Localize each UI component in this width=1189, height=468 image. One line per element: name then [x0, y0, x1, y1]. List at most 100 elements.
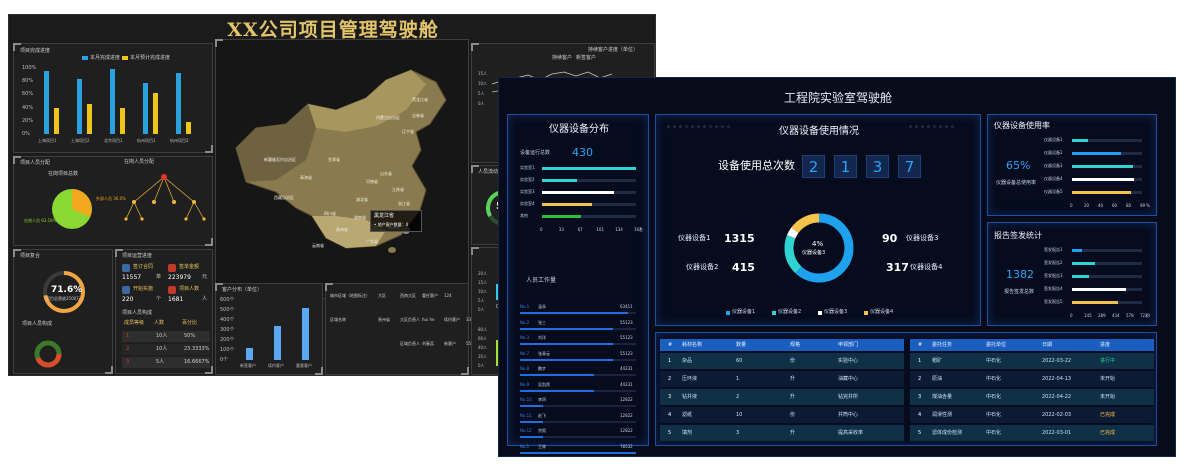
- tasks-cell: 未开始: [1100, 394, 1116, 400]
- materials-cell: 钻井液: [682, 394, 698, 400]
- usage-legend-swatch: [864, 311, 868, 315]
- staff-name: 余熙: [538, 428, 546, 433]
- right-bottom-tick: 80人: [478, 327, 488, 332]
- customer-table: 城市区域（地图标注） 大区 西南大区 重任客户 124 区域名称 贵州省 大区负责人 hui h…: [326, 284, 474, 376]
- staff-bar-fill: [520, 451, 636, 454]
- progress-bar-planned: [186, 122, 191, 134]
- tasks-row-bg: [910, 371, 1154, 387]
- staff-bar-fill: [520, 420, 544, 423]
- stats-table-cell: 1: [126, 333, 130, 339]
- report_panel-bar-label: 签发报告3: [1044, 273, 1063, 278]
- staff-workload-list: No.1 温朵 63411 No.2 张三 55123 No.3 刘洋 55123 No.7 张青云…: [508, 291, 650, 454]
- rate_panel-bar-track: [1072, 178, 1142, 181]
- staff-bar-track: [520, 327, 636, 330]
- staff-bar-track: [520, 405, 636, 407]
- people-allocation-panel: 项目人员分配 在岗项目总数 在岗人员分配 外部人员 36.0% 在岗人员 63.…: [13, 156, 213, 246]
- customer-category-label: 重要客户: [296, 363, 312, 368]
- stats-table-cell: 23.3333%: [184, 346, 210, 352]
- stat-icon: [122, 264, 130, 272]
- stat-icon: [168, 264, 176, 272]
- dist-bar-track: [542, 167, 636, 170]
- rate_panel-bar-label: 仪器设备4: [1044, 176, 1063, 181]
- stats-table-cell: 10人: [156, 346, 168, 352]
- tasks-cell: 中石化: [986, 430, 1002, 436]
- map-region-label: 辽宁省: [402, 129, 414, 134]
- customer-table-panel: 城市区域（地图标注） 大区 西南大区 重任客户 124 区域名称 贵州省 大区负责人 hui h…: [325, 283, 474, 376]
- staff-value: 44231: [620, 381, 633, 387]
- usage-item-value: 1315: [724, 232, 755, 245]
- staff-rank: No.10: [520, 397, 532, 402]
- materials-cell: 实验中心: [838, 358, 859, 364]
- usage-legend-label: 仪器设备3: [824, 309, 848, 315]
- tasks-cell: 3: [918, 394, 922, 400]
- report_panel-x-tick: 434: [1112, 313, 1120, 318]
- map-region-label: 贵州省: [336, 227, 348, 232]
- progress-category-label: 杭州项目2: [170, 138, 189, 143]
- staff-rank: No.12: [520, 428, 532, 433]
- staff-bar-fill: [520, 436, 544, 438]
- staff-rank: No.1: [520, 443, 530, 449]
- materials-header: 数量: [736, 342, 747, 348]
- staff-bar-fill: [520, 389, 595, 392]
- materials-cell: 压环液: [682, 376, 698, 382]
- usage-legend-label: 仪器设备2: [778, 309, 802, 315]
- staff-name: 王林: [538, 443, 546, 449]
- customer-table-cell: 区域负责人: [400, 341, 420, 346]
- staff-value: 78532: [620, 443, 633, 449]
- map-region-label: 湖北省: [356, 197, 368, 202]
- right-axis-tick: 15人: [478, 71, 488, 76]
- rate_panel-x-tick: 60: [1112, 203, 1118, 208]
- materials-row-bg: [660, 407, 904, 423]
- dist-bar-fill: [542, 179, 577, 182]
- stat-unit: 个: [156, 296, 162, 302]
- tasks-cell: 润滑性测: [932, 412, 953, 418]
- stats-table-cell: 2: [126, 346, 130, 352]
- right-left-tick: 0人: [478, 307, 485, 312]
- customer-table-cell: 城市区域（地图标注）: [330, 293, 370, 298]
- progress-y-tick: 100%: [22, 65, 37, 71]
- people-pie-chart: [52, 174, 206, 229]
- materials-cell: 4: [668, 412, 672, 418]
- rate_panel-bar-fill: [1072, 139, 1088, 142]
- map-region-label: 甘肃省: [328, 157, 340, 162]
- map-region-labels: 新疆维吾尔自治区 西藏自治区 青海省 四川省 内蒙古自治区 甘肃省 山东省 河南省 湖北省 江苏省…: [216, 40, 470, 300]
- stat-label: 签订合同: [133, 264, 154, 270]
- stats-table-title: 项目人员构成: [122, 310, 153, 316]
- tasks-header: #: [918, 342, 923, 348]
- dist-bar-label: 实验室2: [520, 177, 535, 182]
- map-region-label: 四川省: [324, 211, 336, 216]
- customer-bars-area: 600个 500个 400个 300个 200个 100个 0个 新签客户 续约客户 重要客户: [216, 284, 324, 376]
- usage-item-value: 317: [886, 261, 909, 274]
- report_panel-x-tick: 578: [1126, 313, 1134, 318]
- tasks-cell: 原油: [932, 376, 943, 382]
- staff-bar-track: [520, 312, 636, 314]
- tasks-table: # 委托任务 委托单位 日期 进度 1 帽矿 中石化 2022-03-22 进行中 2 原油 中石化 20…: [910, 339, 1154, 443]
- usage-item-label: 仪器设备3: [906, 234, 939, 242]
- staff-bar-track: [520, 358, 636, 361]
- customer-y-tick: 200个: [220, 337, 235, 343]
- stat-icon: [168, 286, 176, 294]
- tasks-cell: 中石化: [986, 358, 1002, 364]
- report_panel-x-tick: 0: [1070, 313, 1073, 318]
- progress-bars-area: 100% 80% 60% 40% 20% 0% 上海项目1 上海项目2 北京项目1 杭州项目1 杭州…: [14, 44, 214, 154]
- stat-unit: 单: [156, 274, 162, 280]
- progress-category-label: 上海项目1: [38, 138, 57, 143]
- report_panel-x-tick: 289: [1098, 313, 1106, 318]
- rate_panel-bar-label: 仪器设备3: [1044, 163, 1063, 168]
- rate_panel-bar-track: [1072, 139, 1142, 142]
- dist-x-tick: 101: [596, 227, 605, 232]
- dist-bar-fill: [542, 167, 636, 170]
- progress-y-tick: 20%: [22, 117, 34, 124]
- dist-bar-fill: [542, 215, 582, 218]
- usage-item-label: 仪器设备4: [910, 263, 943, 271]
- materials-cell: 3: [668, 394, 672, 400]
- usage-item-value: 90: [882, 232, 898, 245]
- staff-rank: No.2: [520, 319, 530, 325]
- dist-bars-area: 实验室1 实验室2 实验室3 实验室4 其他 0 33 67 101 134 167 台: [508, 115, 650, 275]
- report_panel-x-unit: 份: [1146, 313, 1150, 318]
- customer-bar: [302, 308, 309, 360]
- rate_panel-bar-fill: [1072, 191, 1132, 194]
- tasks-cell: 2022-03-22: [1042, 358, 1072, 364]
- report_panel-bar-fill: [1072, 275, 1090, 278]
- map-region-label: 河南省: [366, 179, 378, 184]
